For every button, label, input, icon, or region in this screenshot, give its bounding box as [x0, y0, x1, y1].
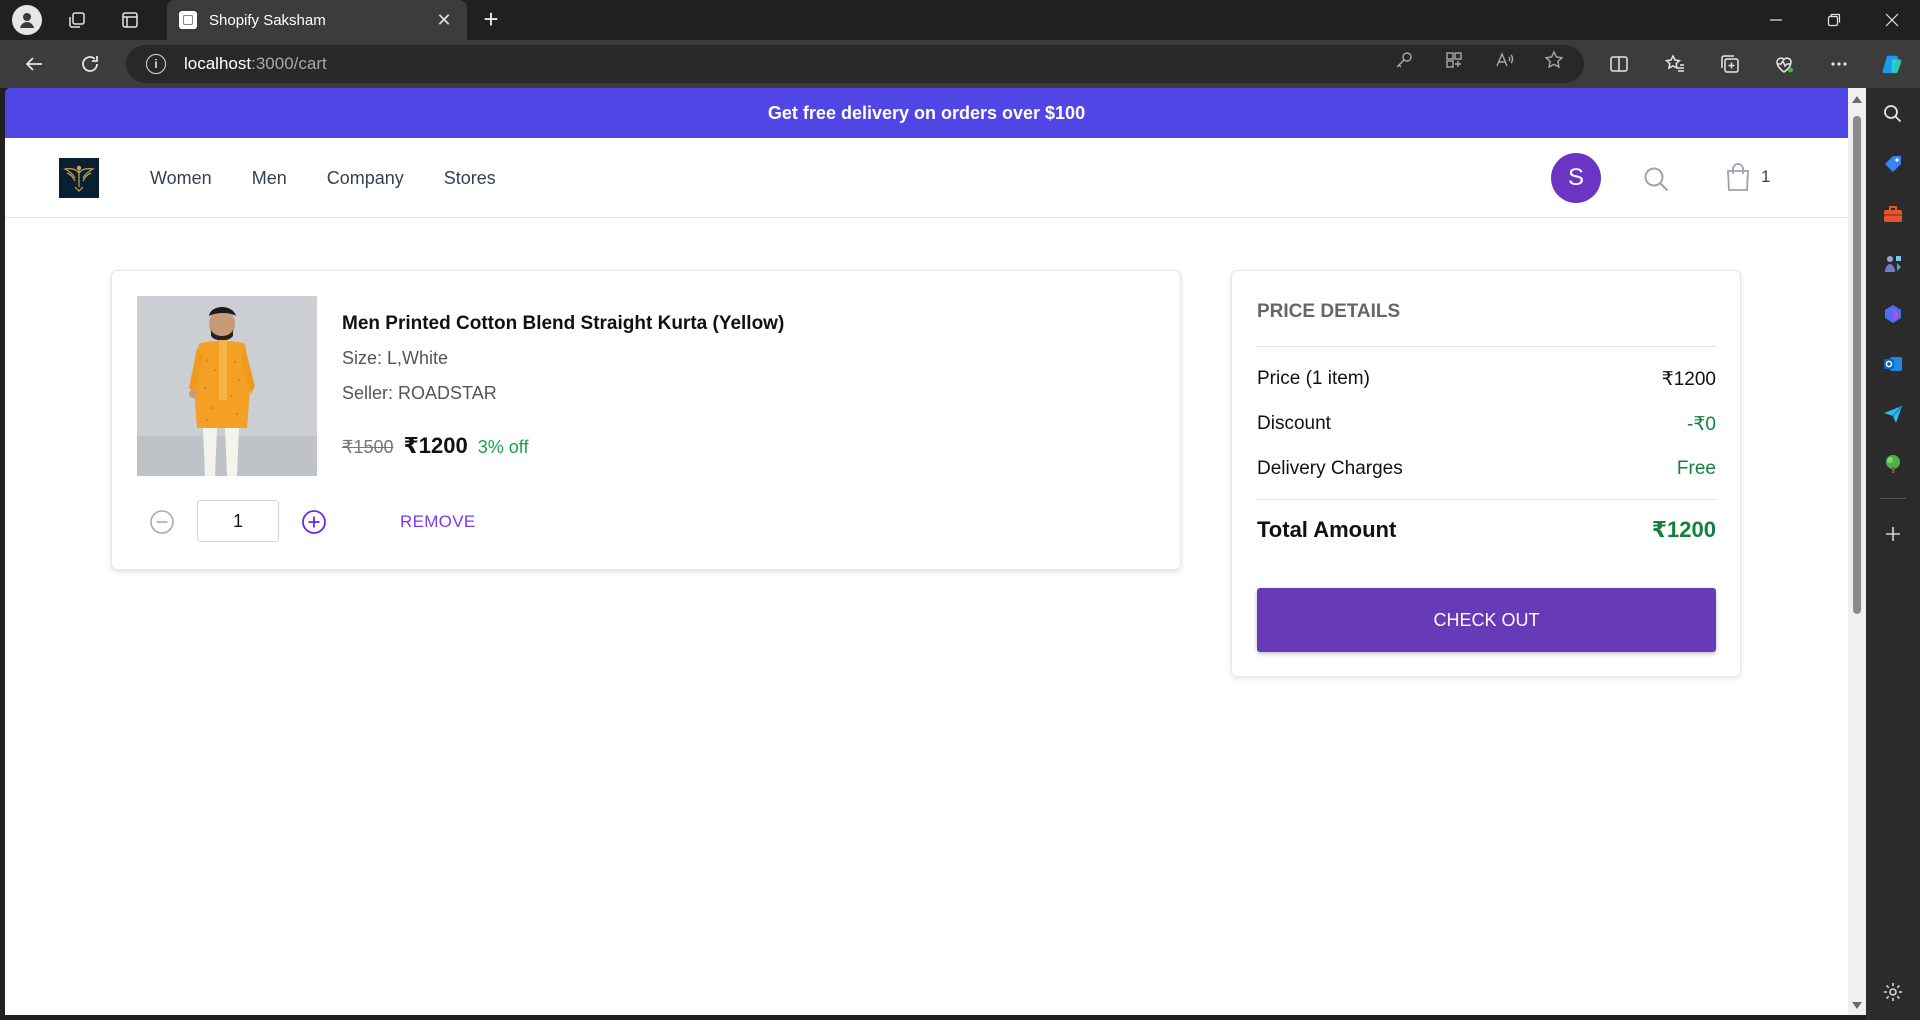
delivery-label: Delivery Charges — [1257, 458, 1403, 479]
url-host: localhost — [184, 54, 252, 73]
product-discount: 3% off — [477, 437, 529, 457]
product-image[interactable] — [137, 296, 317, 476]
tab-active[interactable]: Shopify Saksham ✕ — [167, 0, 467, 40]
nav-men[interactable]: Men — [252, 168, 287, 189]
profile-icon — [12, 5, 42, 35]
divider — [1257, 346, 1716, 347]
delivery-value: Free — [1676, 458, 1716, 479]
promo-banner: Get free delivery on orders over $100 — [5, 88, 1848, 138]
add-sidebar-icon[interactable] — [1881, 522, 1905, 546]
user-avatar[interactable]: S — [1551, 153, 1601, 203]
cart-count: 1 — [1761, 167, 1771, 186]
address-bar[interactable]: i localhost:3000/cart — [126, 45, 1584, 83]
copilot-sidebar-icon[interactable] — [1881, 302, 1905, 326]
split-screen-icon[interactable] — [1605, 50, 1633, 78]
scroll-up-icon[interactable] — [1852, 96, 1862, 103]
site-header: Women Men Company Stores S 1 — [5, 138, 1848, 218]
page-scrollbar[interactable] — [1848, 88, 1866, 1015]
tab-close-icon[interactable]: ✕ — [433, 9, 455, 31]
search-icon[interactable] — [1642, 165, 1670, 193]
total-row: Total Amount ₹1200 — [1257, 517, 1716, 543]
favorites-icon[interactable] — [1661, 50, 1689, 78]
nav-women[interactable]: Women — [150, 168, 212, 189]
product-size: Size: L,White — [342, 348, 449, 368]
product-prices: ₹1500 ₹1200 3% off — [342, 433, 528, 459]
page-viewport: Get free delivery on orders over $100 Wo… — [5, 88, 1848, 1015]
price-details-card: PRICE DETAILS Price (1 item) ₹1200 Disco… — [1231, 270, 1741, 677]
checkout-button[interactable]: CHECK OUT — [1257, 588, 1716, 652]
product-price: ₹1200 — [403, 433, 468, 458]
increase-quantity-icon[interactable] — [301, 509, 327, 535]
minimize-icon[interactable] — [1752, 0, 1800, 40]
settings-gear-icon[interactable] — [1881, 980, 1905, 1004]
favorite-star-icon[interactable] — [1543, 49, 1565, 71]
product-seller: Seller: ROADSTAR — [342, 383, 497, 403]
browser-tabbar: Shopify Saksham ✕ + — [0, 0, 1920, 40]
tab-actions-icon[interactable] — [114, 4, 146, 36]
more-icon[interactable] — [1825, 50, 1853, 78]
site-info-icon[interactable]: i — [146, 54, 166, 74]
games-icon[interactable] — [1881, 252, 1905, 276]
price-label: Price (1 item) — [1257, 368, 1370, 389]
favicon-icon — [179, 11, 197, 29]
nav-company[interactable]: Company — [327, 168, 404, 189]
scroll-thumb[interactable] — [1853, 116, 1861, 614]
back-icon[interactable] — [18, 48, 50, 80]
shopping-tag-icon[interactable] — [1881, 152, 1905, 176]
total-value: ₹1200 — [1651, 517, 1716, 542]
restore-icon[interactable] — [1810, 0, 1858, 40]
discount-label: Discount — [1257, 413, 1331, 434]
tab-title: Shopify Saksham — [209, 11, 326, 29]
profile-button[interactable] — [11, 4, 43, 36]
total-label: Total Amount — [1257, 517, 1397, 542]
nav-stores[interactable]: Stores — [444, 168, 496, 189]
edge-sidebar — [1866, 88, 1920, 1020]
price-details-title: PRICE DETAILS — [1257, 301, 1401, 322]
apps-icon[interactable] — [1443, 49, 1465, 71]
quantity-input[interactable]: 1 — [197, 500, 279, 542]
outlook-icon[interactable] — [1881, 352, 1905, 376]
close-window-icon[interactable] — [1868, 0, 1916, 40]
key-icon[interactable] — [1393, 49, 1415, 71]
price-value: ₹1200 — [1661, 369, 1716, 390]
cart-item-card: Men Printed Cotton Blend Straight Kurta … — [111, 270, 1181, 570]
main-nav: Women Men Company Stores — [150, 138, 536, 218]
delivery-row: Delivery Charges Free — [1257, 458, 1716, 480]
scroll-down-icon[interactable] — [1852, 1002, 1862, 1009]
divider — [1257, 499, 1716, 500]
tools-icon[interactable] — [1881, 202, 1905, 226]
product-mrp: ₹1500 — [342, 437, 394, 457]
new-tab-icon[interactable]: + — [476, 5, 506, 35]
tree-icon[interactable] — [1881, 452, 1905, 476]
discount-value: -₹0 — [1687, 414, 1716, 435]
price-row: Price (1 item) ₹1200 — [1257, 368, 1716, 391]
product-title[interactable]: Men Printed Cotton Blend Straight Kurta … — [342, 313, 784, 335]
remove-button[interactable]: REMOVE — [400, 512, 475, 532]
browser-essentials-icon[interactable] — [1770, 50, 1798, 78]
workspaces-icon[interactable] — [61, 4, 93, 36]
send-icon[interactable] — [1881, 402, 1905, 426]
url-path: :3000/cart — [251, 54, 327, 73]
refresh-icon[interactable] — [74, 48, 106, 80]
copilot-icon[interactable] — [1878, 50, 1906, 78]
brand-logo[interactable] — [59, 158, 99, 198]
sidebar-divider — [1880, 498, 1906, 499]
sidebar-search-icon[interactable] — [1881, 102, 1905, 126]
discount-row: Discount -₹0 — [1257, 413, 1716, 436]
collections-icon[interactable] — [1716, 50, 1744, 78]
shopping-bag-icon[interactable] — [1724, 162, 1752, 192]
decrease-quantity-icon[interactable] — [149, 509, 175, 535]
browser-toolbar: i localhost:3000/cart — [0, 40, 1920, 88]
read-aloud-icon[interactable] — [1493, 49, 1515, 71]
